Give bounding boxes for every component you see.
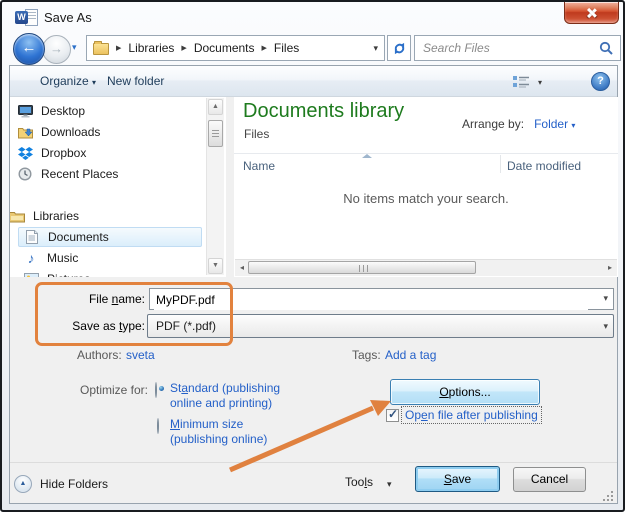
sidebar-item-pictures[interactable]: Pictures: [18, 269, 210, 277]
views-icon: [513, 75, 530, 88]
sidebar-item-recent-places[interactable]: Recent Places: [12, 164, 204, 184]
sidebar-scrollbar[interactable]: ▲ ▼: [206, 98, 224, 275]
word-app-icon: W: [15, 8, 39, 28]
sidebar-item-desktop[interactable]: Desktop: [12, 101, 204, 121]
checkmark-icon: ✓: [388, 407, 398, 421]
collapse-arrow-icon: ▲: [14, 475, 32, 493]
radio-standard[interactable]: [155, 382, 157, 398]
radio-standard-label[interactable]: Standard (publishing: [170, 381, 280, 395]
file-name-dropdown-icon[interactable]: ▾: [603, 293, 608, 304]
desktop-icon: [16, 104, 34, 118]
open-after-label[interactable]: Open file after publishing: [401, 406, 542, 424]
options-button[interactable]: Options...: [390, 379, 540, 405]
dropbox-icon: [16, 147, 34, 160]
word-logo: W: [15, 11, 28, 24]
sort-ascending-icon: [362, 154, 372, 158]
resize-grip[interactable]: [603, 491, 615, 503]
history-dropdown[interactable]: ▾: [72, 42, 77, 53]
sidebar-item-dropbox[interactable]: Dropbox: [12, 143, 204, 163]
views-button[interactable]: [513, 75, 530, 91]
open-after-checkbox[interactable]: ✓: [386, 409, 399, 422]
back-button[interactable]: ←: [13, 33, 45, 65]
column-headers: Name Date modified: [234, 153, 618, 176]
pictures-icon: [22, 273, 40, 277]
documents-icon: [23, 230, 41, 244]
empty-list-message: No items match your search.: [234, 191, 618, 206]
search-input[interactable]: [421, 40, 599, 56]
radio-minimum-label[interactable]: Minimum size: [170, 417, 243, 431]
authors-value[interactable]: sveta: [126, 348, 155, 362]
organize-menu[interactable]: Organize ▾: [40, 74, 96, 88]
recent-places-icon: [16, 167, 34, 181]
search-icon: [599, 41, 614, 56]
breadcrumb-item-documents[interactable]: Documents: [194, 41, 255, 55]
refresh-icon: [392, 41, 407, 56]
authors-label: Authors:: [77, 348, 122, 362]
chevron-down-icon: ▾: [92, 78, 96, 87]
forward-icon: →: [50, 41, 63, 56]
arrange-by-value[interactable]: Folder: [534, 117, 568, 131]
tags-label: Tags:: [352, 348, 381, 362]
refresh-button[interactable]: [387, 35, 411, 61]
music-icon: ♪: [22, 252, 40, 264]
sidebar-item-music[interactable]: ♪ Music: [18, 248, 210, 268]
scroll-right-icon[interactable]: ▸: [603, 261, 617, 274]
close-button[interactable]: [564, 2, 619, 24]
scroll-up-icon[interactable]: ▲: [208, 99, 223, 115]
close-icon: [586, 7, 597, 18]
address-dropdown-icon[interactable]: ▾: [373, 43, 378, 54]
list-horizontal-scrollbar[interactable]: ◂ ▸: [235, 259, 617, 276]
help-button[interactable]: ?: [591, 72, 610, 91]
annotation-highlight-box: [35, 282, 233, 346]
back-icon: ←: [22, 39, 37, 56]
breadcrumb-item-files[interactable]: Files: [274, 41, 299, 55]
downloads-icon: [16, 125, 34, 139]
save-as-dialog: W Save As ← → ▾ ▶ Libraries ▶ Documents …: [0, 0, 625, 512]
libraries-icon: [10, 210, 26, 223]
radio-minimum[interactable]: [157, 418, 159, 434]
sidebar-item-libraries[interactable]: Libraries: [10, 206, 196, 226]
breadcrumb-sep-icon: ▶: [116, 44, 121, 52]
views-dropdown-icon[interactable]: ▾: [538, 78, 542, 87]
breadcrumb-item-libraries[interactable]: Libraries: [128, 41, 174, 55]
sidebar-item-documents[interactable]: Documents: [18, 227, 202, 247]
breadcrumb-sep-icon: ▶: [181, 44, 186, 52]
sidebar-item-downloads[interactable]: Downloads: [12, 122, 204, 142]
window-title: Save As: [44, 10, 92, 25]
search-box: [414, 35, 621, 61]
tags-value[interactable]: Add a tag: [385, 348, 436, 362]
column-name[interactable]: Name: [243, 159, 275, 173]
new-folder-button[interactable]: New folder: [107, 74, 164, 88]
scroll-thumb[interactable]: [248, 261, 476, 274]
column-separator: [500, 155, 501, 173]
forward-button[interactable]: →: [42, 35, 71, 64]
cancel-button[interactable]: Cancel: [513, 467, 586, 492]
column-date-modified[interactable]: Date modified: [507, 159, 581, 173]
scroll-thumb[interactable]: [208, 120, 223, 147]
library-subtitle: Files: [244, 127, 269, 141]
optimize-for-label: Optimize for:: [80, 383, 148, 397]
navigation-pane: Desktop Downloads Dropbox Recent Places …: [10, 97, 226, 277]
save-as-type-dropdown-icon: ▾: [603, 321, 608, 332]
footer-separator: [10, 462, 617, 463]
radio-minimum-label-line2[interactable]: (publishing online): [170, 432, 267, 446]
folder-icon: [93, 43, 109, 55]
tools-dropdown-icon[interactable]: ▾: [387, 479, 392, 490]
breadcrumb-sep-icon: ▶: [262, 44, 267, 52]
radio-standard-label-line2[interactable]: online and printing): [170, 396, 272, 410]
arrange-dropdown-icon[interactable]: ▾: [571, 121, 575, 130]
save-button[interactable]: Save: [415, 466, 500, 492]
tools-dropdown[interactable]: Tools: [345, 475, 373, 489]
arrange-by: Arrange by: Folder ▾: [462, 117, 575, 131]
scroll-left-icon[interactable]: ◂: [235, 261, 249, 274]
hide-folders-button[interactable]: ▲ Hide Folders: [14, 473, 108, 495]
file-list-pane: Documents library Files Arrange by: Fold…: [234, 97, 618, 277]
scroll-down-icon[interactable]: ▼: [208, 258, 223, 274]
library-title: Documents library: [243, 100, 404, 123]
command-bar: Organize ▾ New folder ▾ ?: [10, 66, 617, 97]
breadcrumb: ▶ Libraries ▶ Documents ▶ Files ▾: [86, 35, 385, 61]
